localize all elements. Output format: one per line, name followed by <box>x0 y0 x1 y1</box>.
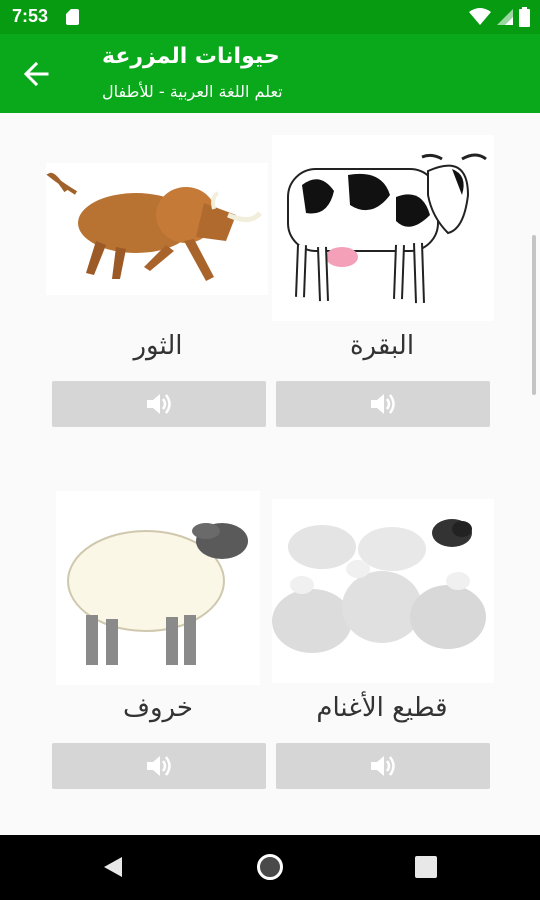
play-sound-button-sheep[interactable] <box>52 743 266 789</box>
flock-icon <box>272 519 486 653</box>
back-button[interactable] <box>14 52 58 96</box>
sd-card-icon <box>66 9 79 25</box>
sheep-icon <box>67 523 248 665</box>
arrow-left-icon <box>23 61 49 87</box>
animal-name: قطيع الأغنام <box>316 693 448 723</box>
nav-home-icon[interactable] <box>257 854 283 880</box>
play-sound-button-cow[interactable] <box>276 381 490 427</box>
bull-icon <box>46 172 262 281</box>
speaker-icon <box>371 394 395 414</box>
speaker-icon <box>371 756 395 776</box>
signal-icon <box>497 9 513 25</box>
play-sound-button-flock[interactable] <box>276 743 490 789</box>
bull-image[interactable] <box>46 163 268 295</box>
speaker-icon <box>147 756 171 776</box>
nav-back-icon[interactable] <box>102 855 124 879</box>
play-sound-button-bull[interactable] <box>52 381 266 427</box>
animal-name: البقرة <box>349 331 415 361</box>
status-bar: 7:53 <box>0 0 540 34</box>
animal-grid[interactable]: الثور البقرة خروف قطيع الأغنام <box>0 113 540 835</box>
app-bar: حيوانات المزرعة تعلم اللغة العربية - للأ… <box>0 34 540 113</box>
sheep-image[interactable] <box>56 491 260 685</box>
status-icons <box>469 6 530 28</box>
cow-image[interactable] <box>272 135 494 321</box>
flock-image[interactable] <box>272 499 494 683</box>
nav-recent-apps-icon[interactable] <box>415 856 437 878</box>
page-title: حيوانات المزرعة <box>102 44 280 69</box>
speaker-icon <box>147 394 171 414</box>
scrollbar[interactable] <box>532 235 536 395</box>
animal-name: الثور <box>133 331 183 361</box>
page-subtitle: تعلم اللغة العربية - للأطفال <box>102 82 283 101</box>
wifi-icon <box>469 8 491 25</box>
cow-icon <box>287 153 487 304</box>
navigation-bar <box>0 835 540 900</box>
status-time: 7:53 <box>12 6 49 26</box>
animal-name: خروف <box>123 693 193 723</box>
battery-icon <box>519 7 530 27</box>
